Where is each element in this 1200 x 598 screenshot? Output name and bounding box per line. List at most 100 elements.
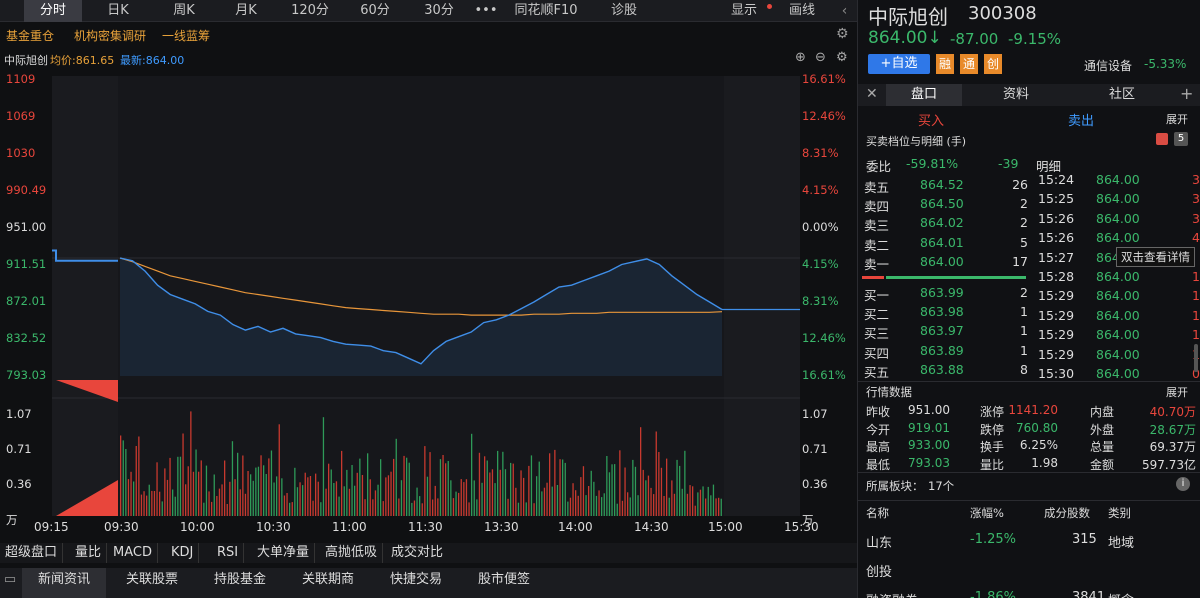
volume-bar bbox=[143, 491, 145, 516]
level-badge[interactable]: 5 bbox=[1174, 132, 1188, 146]
detail-row[interactable]: 15:28 864.00 1 bbox=[1032, 268, 1200, 287]
ask-volume: 2 bbox=[1020, 215, 1028, 231]
sector-row[interactable]: 融资融券 -1.86% 3841概念 bbox=[858, 588, 1200, 598]
ask-row[interactable]: 卖四 864.50 2 bbox=[858, 195, 1030, 214]
volume-bar bbox=[611, 464, 613, 516]
tag-inst-research[interactable]: 机构密集调研 bbox=[74, 27, 146, 44]
ind-high-low[interactable]: 高抛低吸 bbox=[320, 543, 384, 563]
detail-row[interactable]: 15:29864.001 bbox=[1032, 287, 1200, 306]
more-icon[interactable]: ••• bbox=[474, 0, 498, 22]
tab-related-stocks[interactable]: 关联股票 bbox=[110, 568, 194, 598]
tab-daily-k[interactable]: 日K bbox=[92, 0, 144, 22]
ask-row[interactable]: 卖一 864.00 17 bbox=[858, 253, 1030, 272]
bid-row[interactable]: 买四 863.89 1 bbox=[858, 342, 1030, 361]
expand-button[interactable]: 展开 bbox=[1166, 111, 1188, 127]
volume-bar bbox=[429, 452, 431, 516]
intraday-chart[interactable]: 1109 16.61% 1069 12.46% 1030 8.31% 990.49 4.15%… bbox=[0, 68, 857, 540]
market-data-expand[interactable]: 展开 bbox=[1166, 384, 1188, 400]
detail-row[interactable]: 15:25 864.00 3 bbox=[1032, 190, 1200, 209]
gear-icon[interactable]: ⚙ bbox=[836, 26, 849, 42]
sector-header-pct[interactable]: 涨幅% bbox=[970, 505, 1004, 521]
tab-weekly-k[interactable]: 周K bbox=[158, 0, 210, 22]
detail-row[interactable]: 15:29864.001 bbox=[1032, 307, 1200, 326]
drawline-button[interactable]: 画线 bbox=[782, 0, 822, 22]
detail-row[interactable]: 15:24 864.00 3 bbox=[1032, 171, 1200, 190]
add-watchlist-button[interactable]: +自选 bbox=[868, 54, 930, 74]
ind-macd[interactable]: MACD bbox=[108, 543, 158, 563]
bid-row[interactable]: 买五 863.88 8 bbox=[858, 361, 1030, 380]
sector-name[interactable]: 通信设备 bbox=[1084, 57, 1132, 74]
tag-fund-heavy[interactable]: 基金重仓 bbox=[6, 27, 54, 44]
bid-row[interactable]: 买一 863.99 2 bbox=[858, 284, 1030, 303]
volume-bar bbox=[515, 487, 517, 516]
fund-tags: 基金重仓 机构密集调研 一线蓝筹 ⚙ bbox=[0, 24, 857, 46]
sector-row[interactable]: 创投 bbox=[858, 559, 1200, 580]
bid-row[interactable]: 买二 863.98 1 bbox=[858, 303, 1030, 322]
ind-volume-ratio[interactable]: 量比 bbox=[70, 543, 108, 563]
detail-volume: 1 bbox=[1192, 307, 1200, 323]
tab-notes[interactable]: 股市便签 bbox=[462, 568, 546, 598]
info-icon[interactable]: i bbox=[1176, 477, 1190, 491]
detail-row[interactable]: 15:29864.001 bbox=[1032, 326, 1200, 345]
volume-bar bbox=[666, 458, 668, 516]
volume-bar bbox=[536, 476, 538, 516]
gear-icon[interactable]: ⚙ bbox=[836, 50, 848, 65]
volume-bar bbox=[455, 491, 457, 516]
bank-icon[interactable] bbox=[1156, 133, 1168, 145]
display-button[interactable]: 显示 bbox=[722, 0, 766, 22]
ind-trade-compare[interactable]: 成交对比 bbox=[386, 543, 448, 563]
add-tab-icon[interactable]: + bbox=[1180, 84, 1193, 103]
tab-f10[interactable]: 同花顺F10 bbox=[508, 0, 584, 22]
volume-bar bbox=[325, 488, 327, 516]
tab-intraday[interactable]: 分时 bbox=[24, 0, 82, 22]
buy-button[interactable]: 买入 bbox=[918, 110, 944, 129]
tab-120min[interactable]: 120分 bbox=[282, 0, 338, 22]
chevron-left-icon[interactable]: ‹ bbox=[832, 0, 857, 22]
sector-row[interactable]: 山东 -1.25% 315 地域 bbox=[858, 530, 1200, 551]
time-axis-label: 13:30 bbox=[484, 520, 519, 534]
sector-header-type[interactable]: 类别 bbox=[1108, 505, 1131, 521]
tab-60min[interactable]: 60分 bbox=[350, 0, 400, 22]
sell-button[interactable]: 卖出 bbox=[1068, 110, 1094, 129]
zoom-in-icon[interactable]: ⊕ bbox=[795, 50, 806, 65]
tab-monthly-k[interactable]: 月K bbox=[220, 0, 272, 22]
zoom-out-icon[interactable]: ⊖ bbox=[815, 50, 826, 65]
detail-row[interactable]: 15:26 864.00 3 bbox=[1032, 210, 1200, 229]
collapse-icon[interactable]: ▭ bbox=[0, 568, 20, 598]
ind-super-panel[interactable]: 超级盘口 bbox=[0, 543, 64, 563]
notify-dot bbox=[767, 4, 772, 9]
sector-header-count[interactable]: 成分股数 bbox=[1044, 505, 1090, 521]
volume-bar bbox=[377, 484, 379, 516]
tab-news[interactable]: 新闻资讯 bbox=[22, 568, 106, 598]
tab-related-futures[interactable]: 关联期商 bbox=[286, 568, 370, 598]
detail-row[interactable]: 15:29864.001 bbox=[1032, 346, 1200, 365]
tab-profile[interactable]: 资料 bbox=[978, 84, 1054, 106]
detail-scrollbar[interactable] bbox=[1194, 344, 1198, 372]
close-icon[interactable]: ✕ bbox=[866, 86, 878, 102]
tab-holding-funds[interactable]: 持股基金 bbox=[198, 568, 282, 598]
tab-community[interactable]: 社区 bbox=[1084, 84, 1160, 106]
ind-big-order[interactable]: 大单净量 bbox=[252, 543, 316, 563]
volume-bar bbox=[174, 496, 176, 516]
sector-header-name[interactable]: 名称 bbox=[866, 505, 889, 521]
tag-bluechip[interactable]: 一线蓝筹 bbox=[162, 27, 210, 44]
ind-rsi[interactable]: RSI bbox=[212, 543, 245, 563]
tab-orderbook[interactable]: 盘口 bbox=[886, 84, 962, 106]
price-axis-label: 990.49 bbox=[6, 183, 47, 197]
ind-kdj[interactable]: KDJ bbox=[166, 543, 200, 563]
time-axis-label: 09:30 bbox=[104, 520, 139, 534]
tab-diagnose[interactable]: 诊股 bbox=[602, 0, 646, 22]
tab-quick-trade[interactable]: 快捷交易 bbox=[374, 568, 458, 598]
volume-bar bbox=[312, 500, 314, 516]
detail-row[interactable]: 15:26 864.00 4 bbox=[1032, 229, 1200, 248]
volume-bar bbox=[382, 501, 384, 516]
tab-30min[interactable]: 30分 bbox=[414, 0, 464, 22]
stock-code: 300308 bbox=[968, 3, 1037, 24]
ask-row[interactable]: 卖三 864.02 2 bbox=[858, 214, 1030, 233]
ask-row[interactable]: 卖二 864.01 5 bbox=[858, 234, 1030, 253]
bid-row[interactable]: 买三 863.97 1 bbox=[858, 322, 1030, 341]
ask-row[interactable]: 卖五 864.52 26 bbox=[858, 176, 1030, 195]
price-axis-label: 951.00 bbox=[6, 220, 47, 234]
time-axis-label: 14:00 bbox=[558, 520, 593, 534]
vol-axis-label-right: 0.71 bbox=[802, 442, 828, 456]
